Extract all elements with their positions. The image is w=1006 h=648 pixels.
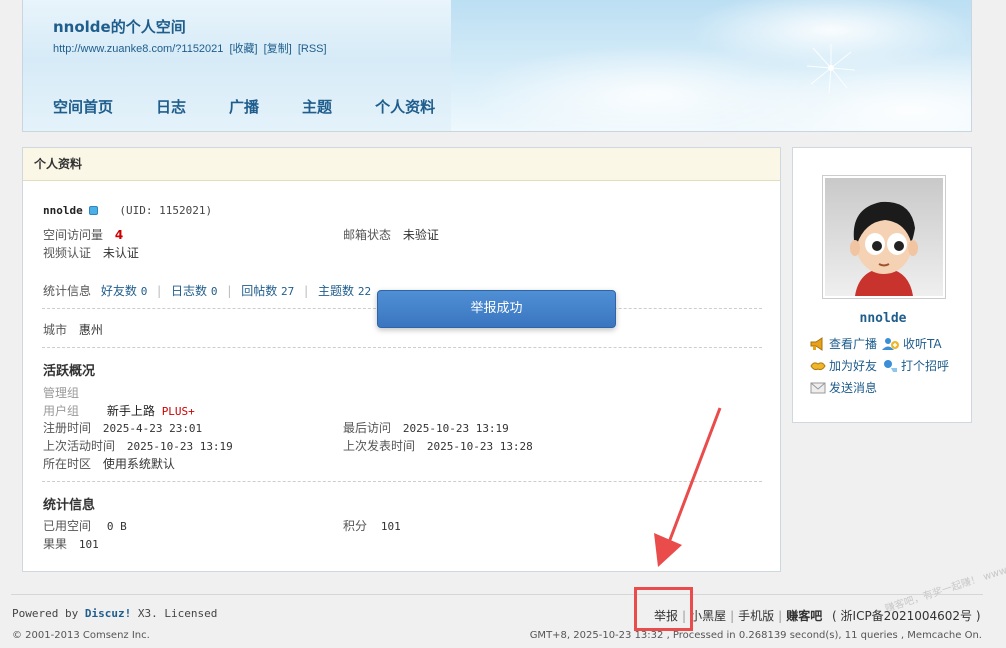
add-friend-link[interactable]: 加为好友 [810, 357, 877, 374]
last-post-value: 2025-10-23 13:28 [426, 440, 533, 453]
city-label: 城市 [43, 323, 68, 337]
mobile-link[interactable]: 手机版 [738, 609, 774, 623]
blackroom-link[interactable]: 小黑屋 [690, 609, 726, 623]
username: nnolde [43, 204, 83, 217]
footer-links: 举报 | 小黑屋 | 手机版 | 赚客吧 ( 浙ICP备2021004602号 ) [654, 609, 981, 623]
visits-row: 空间访问量 4 [43, 226, 123, 243]
user-group-value[interactable]: 新手上路 [107, 404, 155, 418]
space-title[interactable]: nnolde的个人空间 [53, 16, 186, 37]
powered-by: Powered by Discuz! X3. Licensed [12, 607, 218, 620]
nav-blog[interactable]: 日志 [156, 96, 186, 117]
divider [42, 347, 762, 348]
visits-value: 4 [114, 228, 124, 242]
points-label: 积分 [343, 519, 368, 533]
avatar-cartoon-icon [825, 178, 943, 296]
megaphone-icon [810, 336, 823, 351]
greeting-icon [884, 359, 897, 372]
video-value: 未认证 [102, 246, 139, 260]
space-url[interactable]: http://www.zuanke8.com/?1152021 [53, 43, 223, 55]
guo-value: 101 [78, 538, 99, 551]
online-status-icon [88, 206, 98, 215]
view-broadcast-link[interactable]: 查看广播 [810, 335, 877, 352]
points-value: 101 [380, 520, 401, 533]
nav-broadcast[interactable]: 广播 [229, 96, 259, 117]
points-row: 积分 101 [343, 517, 401, 534]
space-nav: 空间首页 日志 广播 主题 个人资料 [53, 96, 478, 117]
stats-label: 统计信息 [43, 284, 92, 298]
stats-section-title: 统计信息 [43, 498, 96, 513]
sidebar-username[interactable]: nnolde [793, 311, 973, 326]
rss-link[interactable]: [RSS] [298, 43, 327, 55]
nav-profile[interactable]: 个人资料 [375, 96, 435, 117]
avatar[interactable] [822, 175, 946, 299]
space-label: 已用空间 [43, 519, 92, 533]
video-row: 视频认证 未认证 [43, 244, 139, 261]
reg-label: 注册时间 [43, 421, 92, 435]
last-post-row: 上次发表时间 2025-10-23 13:28 [343, 437, 533, 454]
reg-row: 注册时间 2025-4-23 23:01 [43, 419, 202, 436]
copyright: © 2001-2013 Comsenz Inc. [12, 630, 150, 641]
visits-label: 空间访问量 [43, 228, 104, 242]
footer-divider [11, 594, 983, 595]
last-active-row: 上次活动时间 2025-10-23 13:19 [43, 437, 233, 454]
favorite-link[interactable]: [收藏] [229, 43, 257, 55]
guo-row: 果果 101 [43, 535, 99, 552]
space-url-bar: http://www.zuanke8.com/?1152021 [收藏] [复制… [53, 40, 330, 56]
timezone-row: 所在时区 使用系统默认 [43, 455, 175, 472]
last-visit-label: 最后访问 [343, 421, 392, 435]
email-row: 邮箱状态 未验证 [343, 226, 439, 243]
nav-space-home[interactable]: 空间首页 [53, 96, 113, 117]
say-hello-link[interactable]: 打个招呼 [882, 357, 949, 374]
timezone-value: 使用系统默认 [102, 457, 175, 471]
activity-title: 活跃概况 [43, 364, 96, 379]
video-label: 视频认证 [43, 246, 92, 260]
user-group-row: 用户组 新手上路 PLUS+ [43, 402, 195, 419]
red-annotation-arrow-icon [654, 407, 722, 567]
handshake-icon [810, 361, 826, 370]
nav-threads[interactable]: 主题 [302, 96, 332, 117]
profile-sidebar: nnolde 查看广播 收听TA 加为好友 打个招呼 发送消息 [792, 147, 972, 423]
friends-count-link[interactable]: 好友数 0 [101, 284, 147, 298]
dandelion-icon [806, 44, 856, 94]
discuz-link[interactable]: Discuz! [85, 607, 131, 620]
icp-link[interactable]: ( 浙ICP备2021004602号 ) [832, 609, 981, 623]
stats-row: 统计信息 好友数 0 | 日志数 0 | 回帖数 27 | 主题数 22 [43, 284, 372, 298]
footer-stats: GMT+8, 2025-10-23 13:32 , Processed in 0… [529, 630, 982, 641]
copy-link[interactable]: [复制] [264, 43, 292, 55]
email-value: 未验证 [402, 228, 439, 242]
space-header: nnolde的个人空间 http://www.zuanke8.com/?1152… [22, 0, 972, 132]
user-group-label: 用户组 [43, 404, 80, 418]
last-active-value: 2025-10-23 13:19 [126, 440, 233, 453]
red-highlight-box [634, 587, 693, 631]
uid: (UID: 1152021) [119, 204, 213, 217]
plus-badge: PLUS+ [161, 405, 195, 418]
watermark: 赚客吧，有奖一起赚！ www.zuanke8.com [883, 543, 1006, 615]
thread-count-link[interactable]: 主题数 22 [318, 284, 371, 298]
last-post-label: 上次发表时间 [343, 439, 416, 453]
header-sky-banner [451, 0, 971, 131]
report-success-toast: 举报成功 [377, 290, 616, 328]
last-visit-value: 2025-10-23 13:19 [402, 422, 509, 435]
panel-title: 个人资料 [23, 148, 780, 181]
city-row: 城市 惠州 [43, 321, 103, 338]
timezone-label: 所在时区 [43, 457, 92, 471]
space-value: 0 B [106, 520, 127, 533]
space-row: 已用空间 0 B [43, 517, 127, 534]
last-active-label: 上次活动时间 [43, 439, 116, 453]
reply-count-link[interactable]: 回帖数 27 [241, 284, 294, 298]
city-value: 惠州 [78, 323, 103, 337]
email-label: 邮箱状态 [343, 228, 392, 242]
username-row: nnolde (UID: 1152021) [43, 203, 212, 217]
follow-link[interactable]: 收听TA [882, 335, 942, 352]
last-visit-row: 最后访问 2025-10-23 13:19 [343, 419, 509, 436]
zuanke8-link[interactable]: 赚客吧 [786, 609, 822, 623]
reg-value: 2025-4-23 23:01 [102, 422, 203, 435]
follow-users-icon [882, 337, 899, 350]
blog-count-link[interactable]: 日志数 0 [171, 284, 217, 298]
send-message-link[interactable]: 发送消息 [810, 379, 877, 396]
guo-label: 果果 [43, 537, 68, 551]
admin-group-label: 管理组 [43, 386, 80, 400]
envelope-icon [810, 382, 826, 393]
